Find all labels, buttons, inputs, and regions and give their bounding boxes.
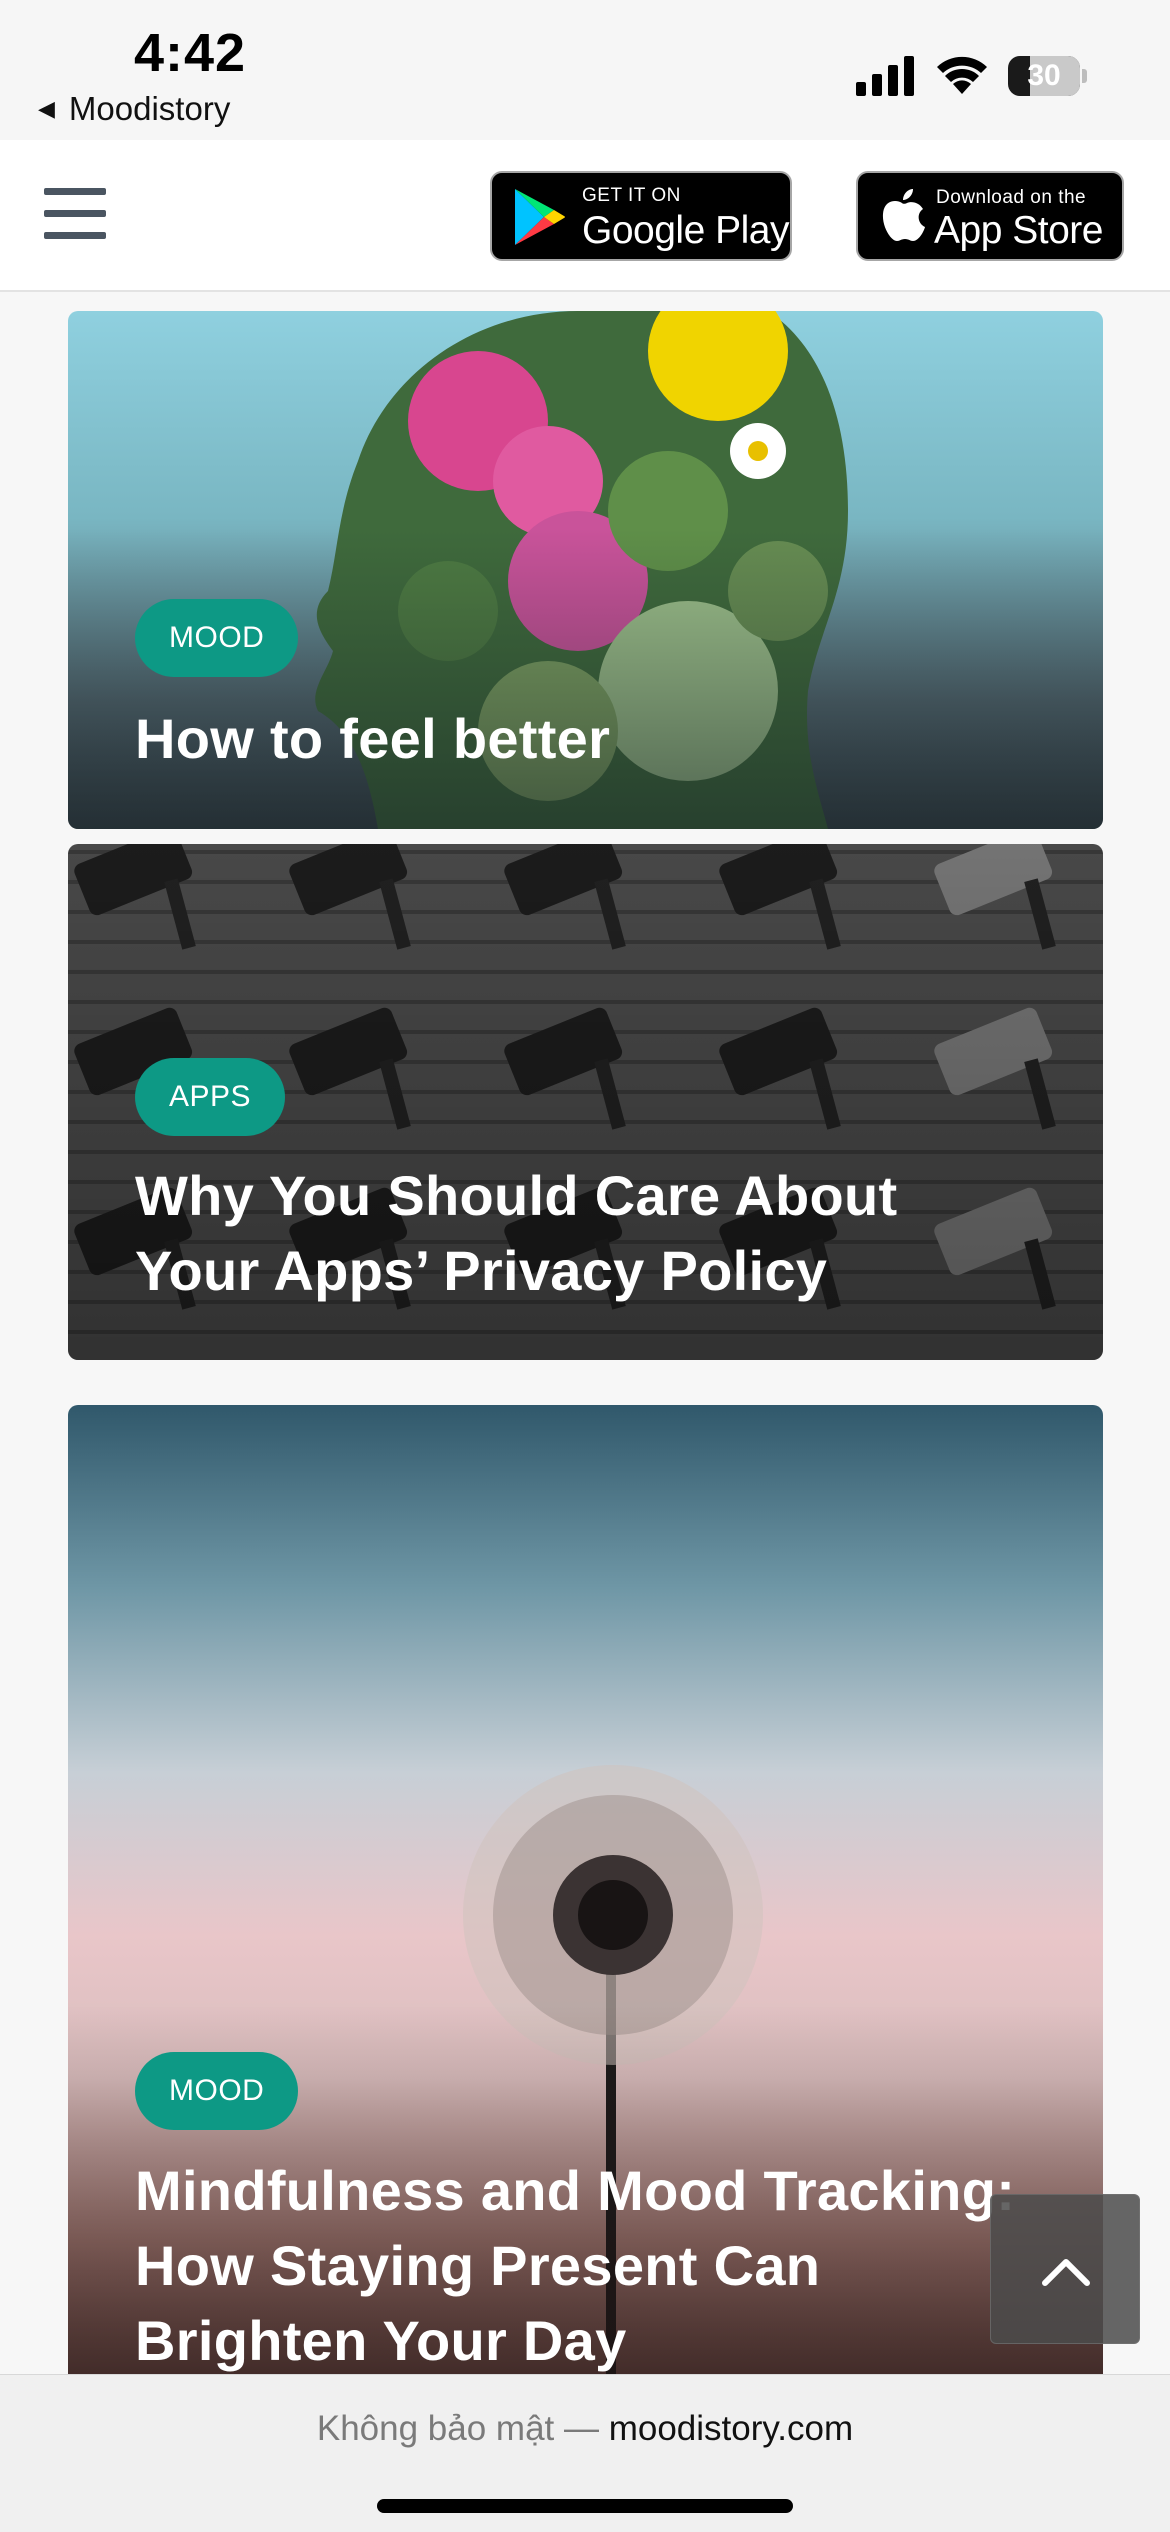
back-to-app-link[interactable]: ◀ Moodistory bbox=[38, 90, 230, 128]
site-header: GET IT ON Google Play Download on the Ap… bbox=[0, 140, 1170, 292]
article-card[interactable]: MOOD Mindfulness and Mood Tracking: How … bbox=[68, 1405, 1103, 2425]
apple-logo-icon bbox=[882, 189, 925, 241]
battery-level: 30 bbox=[1027, 59, 1061, 92]
battery-icon: 30 bbox=[1008, 56, 1087, 96]
wifi-icon bbox=[937, 56, 987, 94]
google-play-big-label: Google Play bbox=[582, 209, 789, 252]
address-text[interactable]: Không bảo mật — moodistory.com bbox=[0, 2409, 1170, 2449]
page: 4:42 ◀ Moodistory 30 GET IT ON Google Pl… bbox=[0, 0, 1170, 2532]
article-title[interactable]: Mindfulness and Mood Tracking: How Stayi… bbox=[135, 2153, 1065, 2378]
back-to-top-button[interactable] bbox=[990, 2194, 1140, 2344]
google-play-logo-icon bbox=[515, 189, 565, 245]
hamburger-menu-icon[interactable] bbox=[44, 188, 106, 240]
google-play-button[interactable]: GET IT ON Google Play bbox=[490, 171, 792, 261]
back-app-label: Moodistory bbox=[68, 90, 231, 127]
article-tag[interactable]: APPS bbox=[135, 1058, 286, 1136]
back-triangle-icon: ◀ bbox=[38, 96, 55, 121]
app-store-button[interactable]: Download on the App Store bbox=[856, 171, 1124, 261]
app-store-small-label: Download on the bbox=[936, 187, 1087, 208]
chevron-up-icon bbox=[1042, 2259, 1090, 2286]
address-domain: moodistory.com bbox=[608, 2409, 854, 2448]
article-title[interactable]: Why You Should Care About Your Apps’ Pri… bbox=[135, 1158, 1035, 1308]
status-bar: 4:42 ◀ Moodistory 30 bbox=[0, 0, 1170, 140]
article-title[interactable]: How to feel better bbox=[135, 701, 610, 776]
article-tag[interactable]: MOOD bbox=[135, 2052, 299, 2130]
google-play-small-label: GET IT ON bbox=[582, 185, 681, 206]
home-indicator[interactable] bbox=[377, 2499, 793, 2513]
article-card[interactable]: MOOD How to feel better bbox=[68, 311, 1103, 829]
article-card[interactable]: APPS Why You Should Care About Your Apps… bbox=[68, 844, 1103, 1360]
status-time: 4:42 bbox=[134, 23, 247, 83]
article-tag[interactable]: MOOD bbox=[135, 599, 299, 677]
app-store-big-label: App Store bbox=[934, 209, 1103, 252]
security-status: Không bảo mật — bbox=[316, 2409, 609, 2448]
cellular-signal-icon bbox=[856, 56, 914, 96]
browser-address-bar[interactable]: Không bảo mật — moodistory.com bbox=[0, 2374, 1170, 2532]
